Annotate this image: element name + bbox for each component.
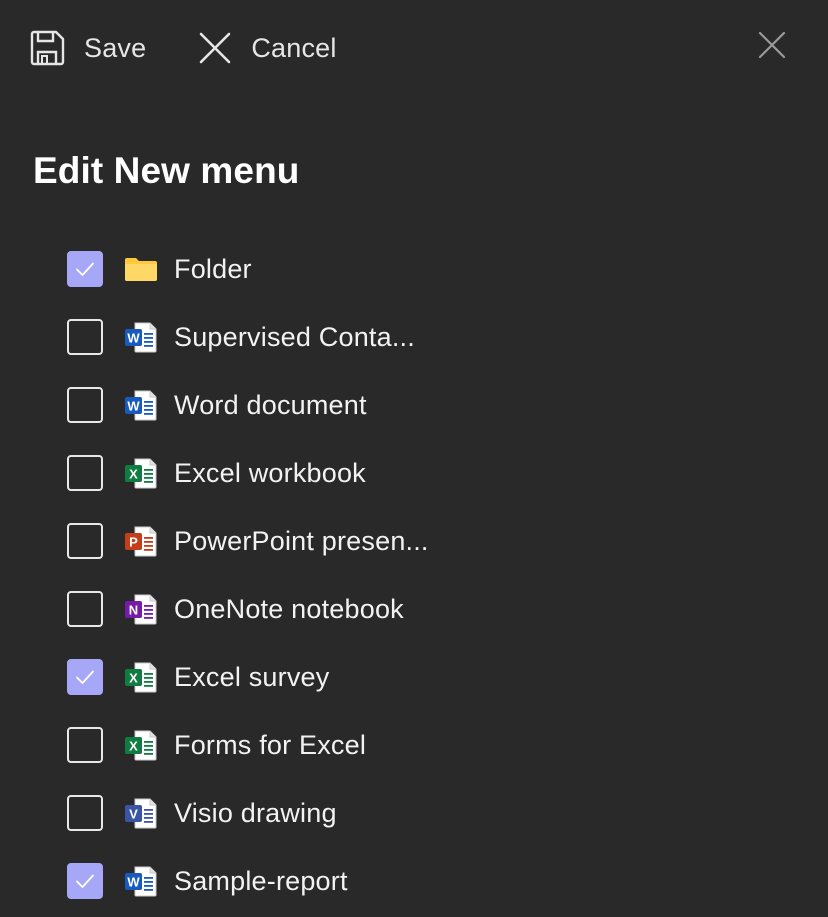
item-checkbox[interactable]: [67, 795, 103, 831]
item-label: Excel workbook: [174, 457, 366, 488]
save-button[interactable]: Save: [28, 29, 146, 67]
cancel-label: Cancel: [251, 32, 337, 63]
item-checkbox[interactable]: [67, 387, 103, 423]
visio-icon: V: [125, 798, 157, 829]
list-item[interactable]: X Excel survey: [67, 643, 429, 711]
item-label: Forms for Excel: [174, 729, 367, 760]
svg-text:P: P: [129, 535, 138, 550]
folder-icon: [125, 258, 157, 281]
item-label: Visio drawing: [174, 797, 337, 828]
item-label: Supervised Conta...: [174, 321, 415, 352]
list-item[interactable]: Folder: [67, 235, 429, 303]
onenote-icon: N: [125, 594, 157, 625]
list-item[interactable]: N OneNote notebook: [67, 575, 429, 643]
item-label: Sample-report: [174, 865, 348, 896]
checkmark-icon: [76, 262, 94, 276]
word-icon: W: [125, 866, 157, 897]
cancel-button[interactable]: Cancel: [198, 31, 336, 65]
item-checkbox[interactable]: [67, 319, 103, 355]
word-icon: W: [125, 390, 157, 421]
svg-text:N: N: [129, 603, 138, 618]
svg-text:X: X: [129, 467, 138, 482]
checkmark-icon: [76, 670, 94, 684]
item-checkbox[interactable]: [67, 727, 103, 763]
excel-icon: X: [125, 662, 157, 693]
item-label: PowerPoint presen...: [174, 525, 429, 556]
excel-icon: X: [125, 458, 157, 489]
list-item[interactable]: P PowerPoint presen...: [67, 507, 429, 575]
excel-icon: X: [125, 730, 157, 761]
svg-text:X: X: [129, 671, 138, 686]
svg-text:V: V: [129, 807, 138, 822]
save-icon: [30, 30, 65, 66]
list-item[interactable]: W Supervised Conta...: [67, 303, 429, 371]
item-checkbox[interactable]: [67, 659, 103, 695]
word-icon: W: [125, 322, 157, 353]
svg-text:X: X: [129, 739, 138, 754]
item-label: Excel survey: [174, 661, 330, 692]
item-checkbox[interactable]: [67, 455, 103, 491]
save-label: Save: [84, 32, 147, 63]
item-checkbox[interactable]: [67, 591, 103, 627]
item-label: OneNote notebook: [174, 593, 404, 624]
list-item[interactable]: W Sample-report: [67, 847, 429, 915]
item-checkbox[interactable]: [67, 863, 103, 899]
item-label: Word document: [174, 389, 367, 420]
checkmark-icon: [76, 874, 94, 888]
item-checkbox[interactable]: [67, 251, 103, 287]
new-menu-item-list: Folder W Supervised Conta... W Word docu…: [67, 235, 429, 915]
item-label: Folder: [174, 253, 252, 284]
cancel-icon: [200, 32, 231, 64]
list-item[interactable]: W Word document: [67, 371, 429, 439]
svg-text:W: W: [127, 875, 140, 890]
item-checkbox[interactable]: [67, 523, 103, 559]
page-title: Edit New menu: [33, 150, 300, 191]
list-item[interactable]: V Visio drawing: [67, 779, 429, 847]
svg-text:W: W: [127, 331, 140, 346]
edit-new-menu-panel: Save Cancel Edit New menu Folder W Super…: [0, 0, 828, 917]
list-item[interactable]: X Forms for Excel: [67, 711, 429, 779]
toolbar: Save Cancel: [28, 24, 337, 72]
close-icon[interactable]: [756, 29, 788, 61]
svg-text:W: W: [127, 399, 140, 414]
list-item[interactable]: X Excel workbook: [67, 439, 429, 507]
powerpoint-icon: P: [125, 526, 157, 557]
